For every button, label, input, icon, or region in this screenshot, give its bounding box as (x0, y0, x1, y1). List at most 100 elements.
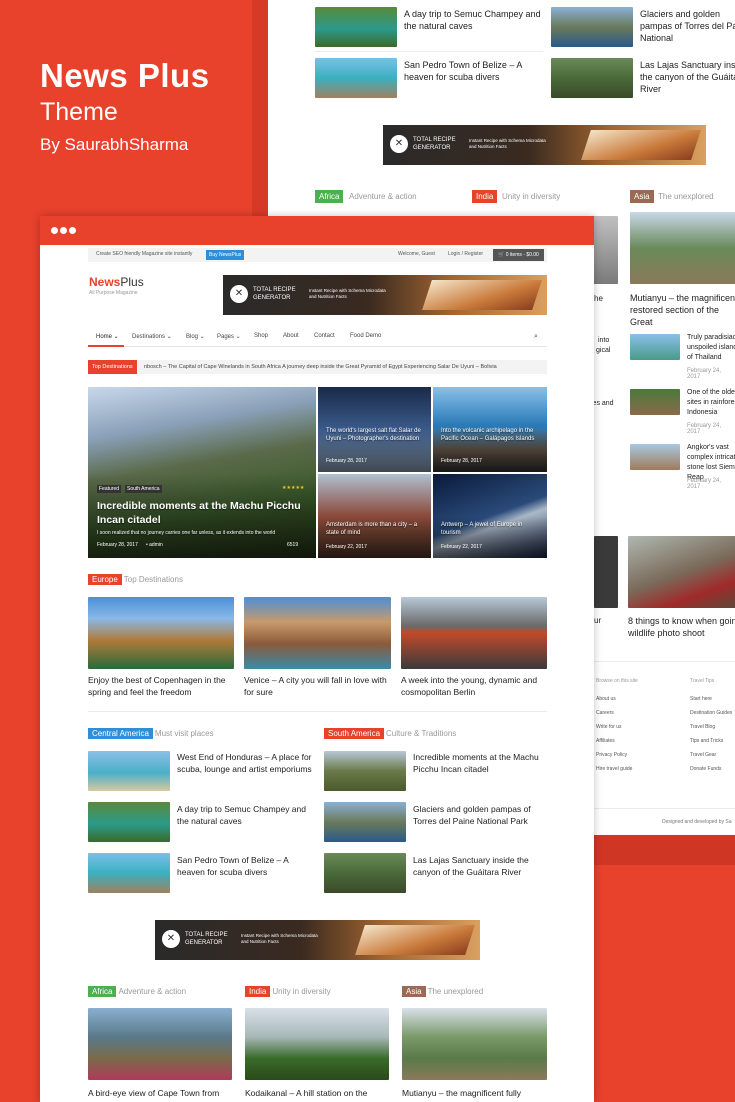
hero-tile-title[interactable]: Into the volcanic archipelago in the Pac… (441, 427, 541, 443)
section-badge[interactable]: Africa (88, 986, 117, 997)
hero-tile-title[interactable]: Amsterdam is more than a city – a state … (326, 521, 426, 537)
post-title[interactable]: Venice – A city you will fall in love wi… (244, 674, 392, 698)
nav-destinations[interactable]: Destinations ⌄ (132, 333, 172, 340)
section-badge[interactable]: Asia (630, 190, 654, 203)
post-thumbnail[interactable] (628, 536, 735, 608)
post-thumbnail[interactable] (551, 7, 633, 47)
ad-banner[interactable]: ✕ TOTAL RECIPE GENERATOR Instant Recipe w… (223, 275, 547, 315)
buy-button[interactable]: Buy NewsPlus (206, 250, 245, 260)
nav-blog[interactable]: Blog ⌄ (186, 333, 205, 340)
hero-main[interactable]: Featured South America ★★★★★ Incredible … (88, 387, 316, 558)
post-title[interactable]: Glaciers and golden pampas of Torres del… (413, 803, 548, 827)
post-thumbnail[interactable] (401, 597, 547, 669)
post-title[interactable]: A day trip to Semuc Champey and the natu… (404, 8, 544, 32)
login-link[interactable]: Login / Register (448, 251, 483, 257)
footer-link[interactable]: Privacy Policy (596, 752, 627, 758)
section-badge[interactable]: Europe (88, 574, 122, 585)
post-title[interactable]: West End of Honduras – A place for scuba… (177, 751, 312, 775)
nav-shop[interactable]: Shop (254, 333, 268, 339)
main-nav: Home ⌄ Destinations ⌄ Blog ⌄ Pages ⌄ Sho… (88, 327, 547, 347)
hero-title[interactable]: Incredible moments at the Machu Picchu I… (97, 499, 307, 527)
post-title[interactable]: Las Lajas Sanctuary inside the canyon of… (640, 59, 735, 95)
post-thumbnail[interactable] (324, 853, 406, 893)
hero-views: 6519 (287, 542, 299, 548)
hero-tile[interactable]: Antwerp – A jewel of Europe in tourism F… (433, 474, 547, 558)
post-thumbnail[interactable] (88, 802, 170, 842)
section-badge[interactable]: South America (324, 728, 385, 739)
tag-featured[interactable]: Featured (97, 485, 122, 493)
post-thumbnail[interactable] (630, 444, 680, 470)
post-title[interactable]: 8 things to know when going wildlife pho… (628, 615, 735, 639)
post-thumbnail[interactable] (88, 1008, 232, 1080)
hero-tile-title[interactable]: The world's largest salt flat Salar de U… (326, 427, 426, 443)
ad-banner[interactable]: ✕ TOTAL RECIPE GENERATOR Instant Recipe w… (155, 920, 480, 960)
post-title[interactable]: Mutianyu – the magnificent restored sect… (630, 292, 735, 328)
post-thumbnail[interactable] (88, 751, 170, 791)
footer-link[interactable]: About us (596, 696, 616, 702)
nav-food-demo[interactable]: Food Demo (350, 333, 381, 339)
post-thumbnail[interactable] (551, 58, 633, 98)
section-badge[interactable]: Central America (88, 728, 153, 739)
footer-link[interactable]: Travel Gear (690, 752, 716, 758)
post-title[interactable]: Incredible moments at the Machu Picchu I… (413, 751, 548, 775)
section-badge[interactable]: India (472, 190, 498, 203)
footer-link[interactable]: Destination Guides (690, 710, 732, 716)
footer-link[interactable]: Travel Blog (690, 724, 715, 730)
post-title[interactable]: A bird-eye view of Cape Town from (88, 1087, 238, 1099)
partial-text: les and (591, 400, 614, 407)
post-thumbnail[interactable] (244, 597, 391, 669)
hero-tile[interactable]: Into the volcanic archipelago in the Pac… (433, 387, 547, 472)
search-icon[interactable]: ⌕ (534, 333, 538, 341)
nav-about[interactable]: About (283, 333, 299, 339)
footer-link[interactable]: Affiliates (596, 738, 615, 744)
hero-tile[interactable]: Amsterdam is more than a city – a state … (318, 474, 431, 558)
nav-pages[interactable]: Pages ⌄ (217, 333, 241, 340)
hero-tile-title[interactable]: Antwerp – A jewel of Europe in tourism (441, 521, 541, 537)
nav-home[interactable]: Home ⌄ (96, 333, 119, 340)
post-thumbnail[interactable] (88, 597, 234, 669)
post-title[interactable]: Kodaikanal – A hill station on the (245, 1087, 395, 1099)
post-title[interactable]: Truly paradisiacal unspoiled islands of … (687, 333, 735, 363)
section-badge[interactable]: India (245, 986, 271, 997)
footer-link[interactable]: Donate Funds (690, 766, 721, 772)
post-thumbnail[interactable] (630, 212, 735, 284)
post-thumbnail[interactable] (324, 802, 406, 842)
section-badge[interactable]: Asia (402, 986, 426, 997)
footer-link[interactable]: Start here (690, 696, 712, 702)
post-title[interactable]: Enjoy the best of Copenhagen in the spri… (88, 674, 236, 698)
post-thumbnail[interactable] (245, 1008, 389, 1080)
hero-tile[interactable]: The world's largest salt flat Salar de U… (318, 387, 431, 472)
post-thumbnail[interactable] (630, 334, 680, 360)
post-thumbnail[interactable] (88, 853, 170, 893)
footer-link[interactable]: Hire travel guide (596, 766, 632, 772)
post-thumbnail[interactable] (324, 751, 406, 791)
cart-button[interactable]: 🛒 0 items - $0.00 (493, 249, 544, 261)
post-thumbnail[interactable] (594, 536, 618, 608)
nav-contact[interactable]: Contact (314, 333, 335, 339)
post-title[interactable]: Glaciers and golden pampas of Torres del… (640, 8, 735, 44)
ticker-text[interactable]: nbosch – The Capital of Cape Winelands i… (144, 364, 497, 370)
section-subtitle: The unexplored (658, 192, 714, 201)
footer-link[interactable]: Tips and Tricks (690, 738, 723, 744)
post-title[interactable]: A week into the young, dynamic and cosmo… (401, 674, 549, 698)
section-heading-india: India Unity in diversity (245, 986, 331, 997)
footer-link[interactable]: Write for us (596, 724, 621, 730)
tag-category[interactable]: South America (125, 485, 162, 493)
post-thumbnail[interactable] (402, 1008, 547, 1080)
footer-link[interactable]: Careers (596, 710, 614, 716)
section-badge[interactable]: Africa (315, 190, 344, 203)
post-title[interactable]: Las Lajas Sanctuary inside the canyon of… (413, 854, 548, 878)
post-thumbnail[interactable] (315, 7, 397, 47)
ad-banner[interactable]: ✕ TOTAL RECIPE GENERATOR Instant Recipe w… (383, 125, 706, 165)
post-title[interactable]: Mutianyu – the magnificent fully (402, 1087, 552, 1099)
site-logo[interactable]: NewsPlus (89, 275, 144, 289)
post-title[interactable]: One of the oldest sites in rainforest In… (687, 388, 735, 418)
post-title[interactable]: A day trip to Semuc Champey and the natu… (177, 803, 312, 827)
post-title[interactable]: San Pedro Town of Belize – A heaven for … (177, 854, 312, 878)
topbar-text: Create SEO friendly Magazine site instan… (96, 251, 193, 257)
post-thumbnail[interactable] (315, 58, 397, 98)
post-thumbnail[interactable] (630, 389, 680, 415)
post-title[interactable]: San Pedro Town of Belize – A heaven for … (404, 59, 544, 83)
post-title[interactable]: Angkor's vast complex intricate stone lo… (687, 443, 735, 483)
ad-title: TOTAL RECIPE GENERATOR (185, 932, 228, 946)
